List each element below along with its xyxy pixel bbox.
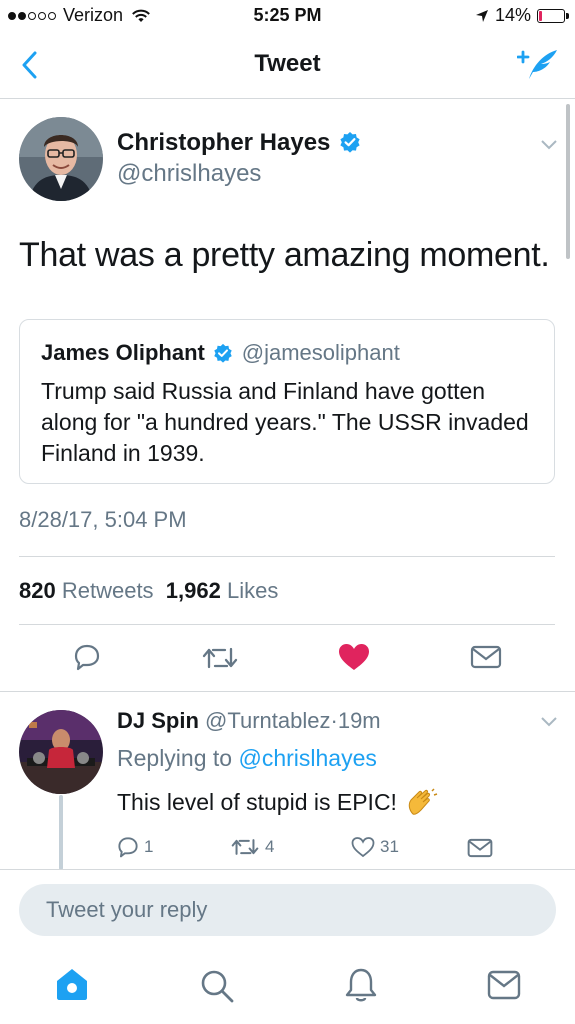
timestamp-divider [19,556,555,557]
scrollbar[interactable] [566,104,570,259]
chevron-down-icon[interactable] [540,139,558,151]
like-heart-icon[interactable] [338,643,370,671]
reply-author-avatar[interactable] [19,710,103,794]
direct-message-icon[interactable] [467,838,493,858]
tweet-text: That was a pretty amazing moment. [19,236,550,274]
tweet-stats: 820 Retweets 1,962 Likes [19,578,278,604]
page-title: Tweet [254,50,321,77]
quoted-author-name: James Oliphant [41,340,205,365]
reply-icon[interactable] [73,643,101,671]
replying-to-label: Replying to [117,745,233,771]
chevron-down-icon[interactable] [540,716,558,728]
messages-icon[interactable] [487,970,521,1000]
author-name[interactable]: Christopher Hayes [117,129,330,156]
compose-divider [0,869,575,870]
home-icon[interactable] [54,966,90,1002]
reply-separator: · [330,708,338,733]
reply-text-row: This level of stupid is EPIC! [117,787,439,818]
reply-like-count: 31 [380,837,399,856]
replying-to-handle[interactable]: @chrislhayes [238,745,376,771]
status-bar: Verizon 5:25 PM 14% [0,0,575,32]
quoted-tweet-text: Trump said Russia and Finland have gotte… [41,378,529,466]
likes-stat[interactable]: 1,962 Likes [166,578,279,603]
retweet-icon [231,839,259,855]
quoted-author-handle: @jamesoliphant [241,340,400,365]
battery-indicator: 14% [475,5,569,26]
like-count: 1,962 [165,578,221,603]
thread-connector-line [59,795,63,870]
retweet-label: Retweets [61,578,154,603]
compose-tweet-icon[interactable] [517,46,559,82]
reply-author-handle[interactable]: @Turntablez [205,708,330,733]
reply-retweet-action[interactable]: 4 [230,837,274,857]
replying-to-line: Replying to @chrislhayes [117,745,377,772]
tweet-timestamp: 8/28/17, 5:04 PM [19,507,187,532]
heart-icon [351,837,375,858]
location-arrow-icon [475,9,488,22]
like-label: Likes [226,578,279,603]
battery-percent: 14% [494,5,531,25]
reply-reply-action[interactable]: 1 [117,836,153,858]
reply-text: This level of stupid is EPIC! [117,789,397,815]
retweets-stat[interactable]: 820 Retweets [19,578,154,603]
search-icon[interactable] [199,968,235,1004]
reply-like-action[interactable]: 31 [351,836,399,858]
clapping-hands-icon [409,787,438,815]
retweet-count: 820 [19,578,56,603]
reply-input[interactable]: Tweet your reply [19,884,556,936]
battery-icon [537,8,569,23]
notifications-bell-icon[interactable] [343,966,379,1004]
actions-divider [0,691,575,692]
verified-badge-icon [214,343,233,363]
quoted-tweet[interactable]: James Oliphant @jamesoliphant Trump said… [19,319,555,484]
author-name-row: Christopher Hayes [117,129,361,157]
reply-header: DJ Spin @Turntablez·19m [117,708,381,734]
direct-message-icon[interactable] [470,645,502,669]
header-divider [0,98,575,99]
author-handle[interactable]: @chrislhayes [117,160,261,188]
reply-author-name[interactable]: DJ Spin [117,708,199,733]
reply-time: 19m [337,708,381,733]
reply-input-placeholder: Tweet your reply [46,897,208,922]
verified-badge-icon [340,132,360,153]
reply-retweet-count: 4 [265,837,275,856]
reply-count: 1 [144,837,154,856]
author-avatar[interactable] [19,117,103,201]
quoted-author-row: James Oliphant @jamesoliphant [41,340,400,366]
reply-icon [118,837,138,858]
stats-divider [19,624,555,625]
retweet-icon[interactable] [201,645,239,671]
